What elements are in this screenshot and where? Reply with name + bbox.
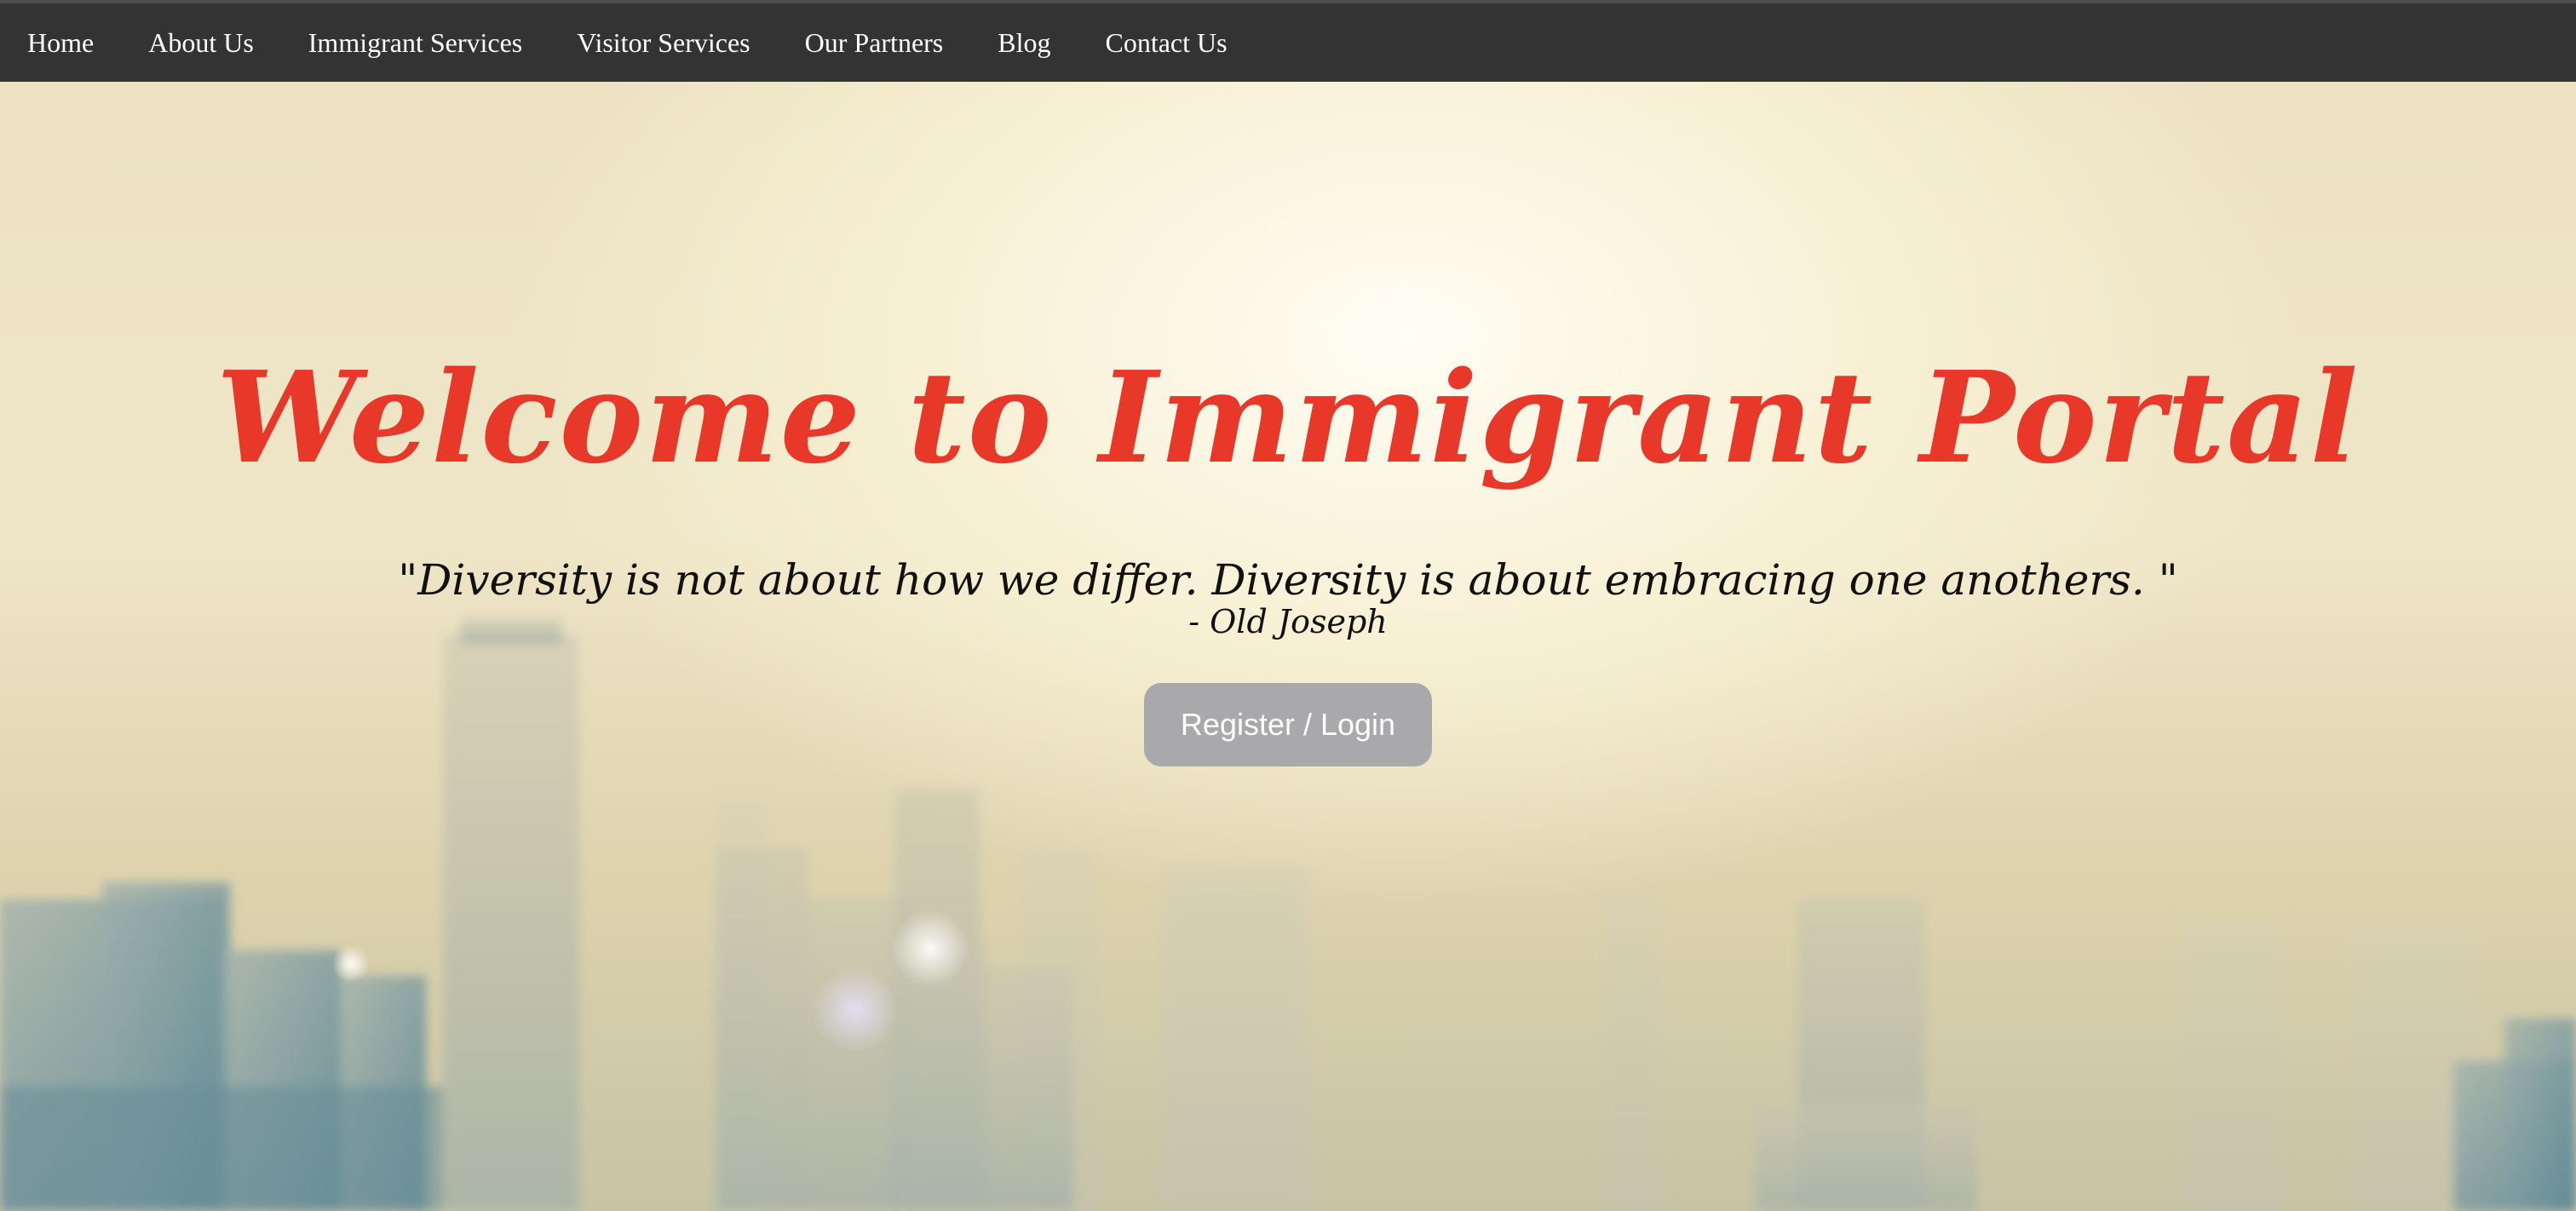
- quote-author: - Old Joseph: [1188, 603, 1388, 640]
- nav-about-us-link[interactable]: About Us: [148, 27, 254, 59]
- hero-section: Welcome to Immigrant Portal "Diversity i…: [0, 82, 2576, 1211]
- top-navbar: Home About Us Immigrant Services Visitor…: [0, 0, 2576, 82]
- diversity-quote: "Diversity is not about how we differ. D…: [398, 555, 2178, 605]
- nav-blog-link[interactable]: Blog: [998, 27, 1050, 59]
- register-login-button[interactable]: Register / Login: [1144, 683, 1432, 766]
- nav-visitor-services-link[interactable]: Visitor Services: [577, 27, 750, 59]
- welcome-title: Welcome to Immigrant Portal: [216, 343, 2360, 491]
- nav-contact-us-link[interactable]: Contact Us: [1105, 27, 1227, 59]
- nav-home-link[interactable]: Home: [27, 27, 94, 59]
- nav-our-partners-link[interactable]: Our Partners: [805, 27, 944, 59]
- nav-immigrant-services-link[interactable]: Immigrant Services: [308, 27, 522, 59]
